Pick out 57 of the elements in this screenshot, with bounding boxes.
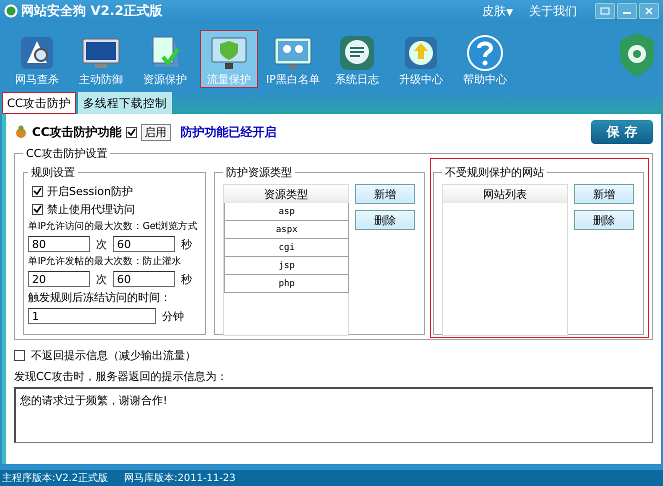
unit-label: 秒 xyxy=(181,236,192,252)
group-title: 不受规则保护的网站 xyxy=(445,166,544,179)
app-logo-icon xyxy=(4,4,18,18)
table-cell[interactable]: aspx xyxy=(224,221,350,239)
table-cell[interactable]: cgi xyxy=(224,239,350,257)
delete-button[interactable]: 删除 xyxy=(574,210,634,230)
save-button[interactable]: 保 存 xyxy=(591,120,653,144)
unit-label: 分钟 xyxy=(162,308,184,324)
freeze-time-field[interactable]: 1 xyxy=(28,308,156,324)
speech-bubble-icon xyxy=(337,33,377,72)
table-cell[interactable]: asp xyxy=(224,203,350,221)
checkbox-label: 不返回提示信息（减少输出流量） xyxy=(31,348,196,363)
column-header: 网站列表 xyxy=(443,185,568,203)
feature-label: CC攻击防护功能 xyxy=(32,124,122,140)
toolbar-button[interactable]: IP黑白名单 xyxy=(264,30,322,88)
message-label: 发现CC攻击时，服务器返回的提示信息为： xyxy=(14,369,228,384)
message-field[interactable]: 您的请求过于频繁，谢谢合作! xyxy=(14,387,653,443)
field-label: 单IP允许访问的最大次数：Get浏览方式 xyxy=(28,220,198,233)
group-title: 规则设置 xyxy=(31,166,75,179)
add-button[interactable]: 新增 xyxy=(574,184,634,204)
toolbar-button[interactable]: 主动防御 xyxy=(72,30,130,88)
shield-logo-icon xyxy=(619,32,655,78)
window-title: 网站安全狗 V2.2正式版 xyxy=(21,2,164,20)
count-field[interactable]: 20 xyxy=(28,271,90,287)
checkbox-label: 禁止使用代理访问 xyxy=(47,202,135,217)
column-header: 资源类型 xyxy=(224,185,348,203)
group-title: CC攻击防护设置 xyxy=(26,147,108,160)
checkbox-label: 开启Session防护 xyxy=(47,184,133,199)
unit-label: 次 xyxy=(96,272,107,286)
toolbar-button[interactable]: 资源保护 xyxy=(136,30,194,88)
checkbox[interactable] xyxy=(14,350,25,361)
status-text: 网马库版本:2011-11-23 xyxy=(124,472,236,485)
question-mark-icon xyxy=(465,33,505,72)
delete-button[interactable]: 删除 xyxy=(355,210,416,230)
unit-label: 次 xyxy=(96,236,107,252)
tab[interactable]: CC攻击防护 xyxy=(2,92,76,114)
table-cell[interactable]: php xyxy=(224,275,350,293)
tab[interactable]: 多线程下载控制 xyxy=(78,92,172,114)
seconds-field[interactable]: 60 xyxy=(113,271,175,287)
toolbar-button[interactable]: 系统日志 xyxy=(328,30,386,88)
checkbox[interactable] xyxy=(126,126,137,138)
unit-label: 秒 xyxy=(181,272,192,286)
count-field[interactable]: 80 xyxy=(28,236,90,252)
group-title: 防护资源类型 xyxy=(226,166,292,179)
field-label: 单IP允许发帖的最大次数：防止灌水 xyxy=(28,255,182,268)
seconds-field[interactable]: 60 xyxy=(113,236,175,252)
field-label: 触发规则后冻结访问的时间： xyxy=(28,290,172,305)
checkbox[interactable] xyxy=(32,186,43,197)
checkbox[interactable] xyxy=(32,204,43,215)
status-text: 主程序版本:V2.2正式版 xyxy=(2,472,108,485)
status-text: 防护功能已经开启 xyxy=(180,124,277,140)
enable-label[interactable]: 启用 xyxy=(140,124,171,140)
add-button[interactable]: 新增 xyxy=(355,184,416,204)
toolbar-button[interactable]: 帮助中心 xyxy=(456,30,514,88)
toolbar-button[interactable]: 网马查杀 xyxy=(8,30,66,88)
table-cell[interactable]: jsp xyxy=(224,257,350,275)
toolbar-button[interactable]: 升级中心 xyxy=(392,30,450,88)
